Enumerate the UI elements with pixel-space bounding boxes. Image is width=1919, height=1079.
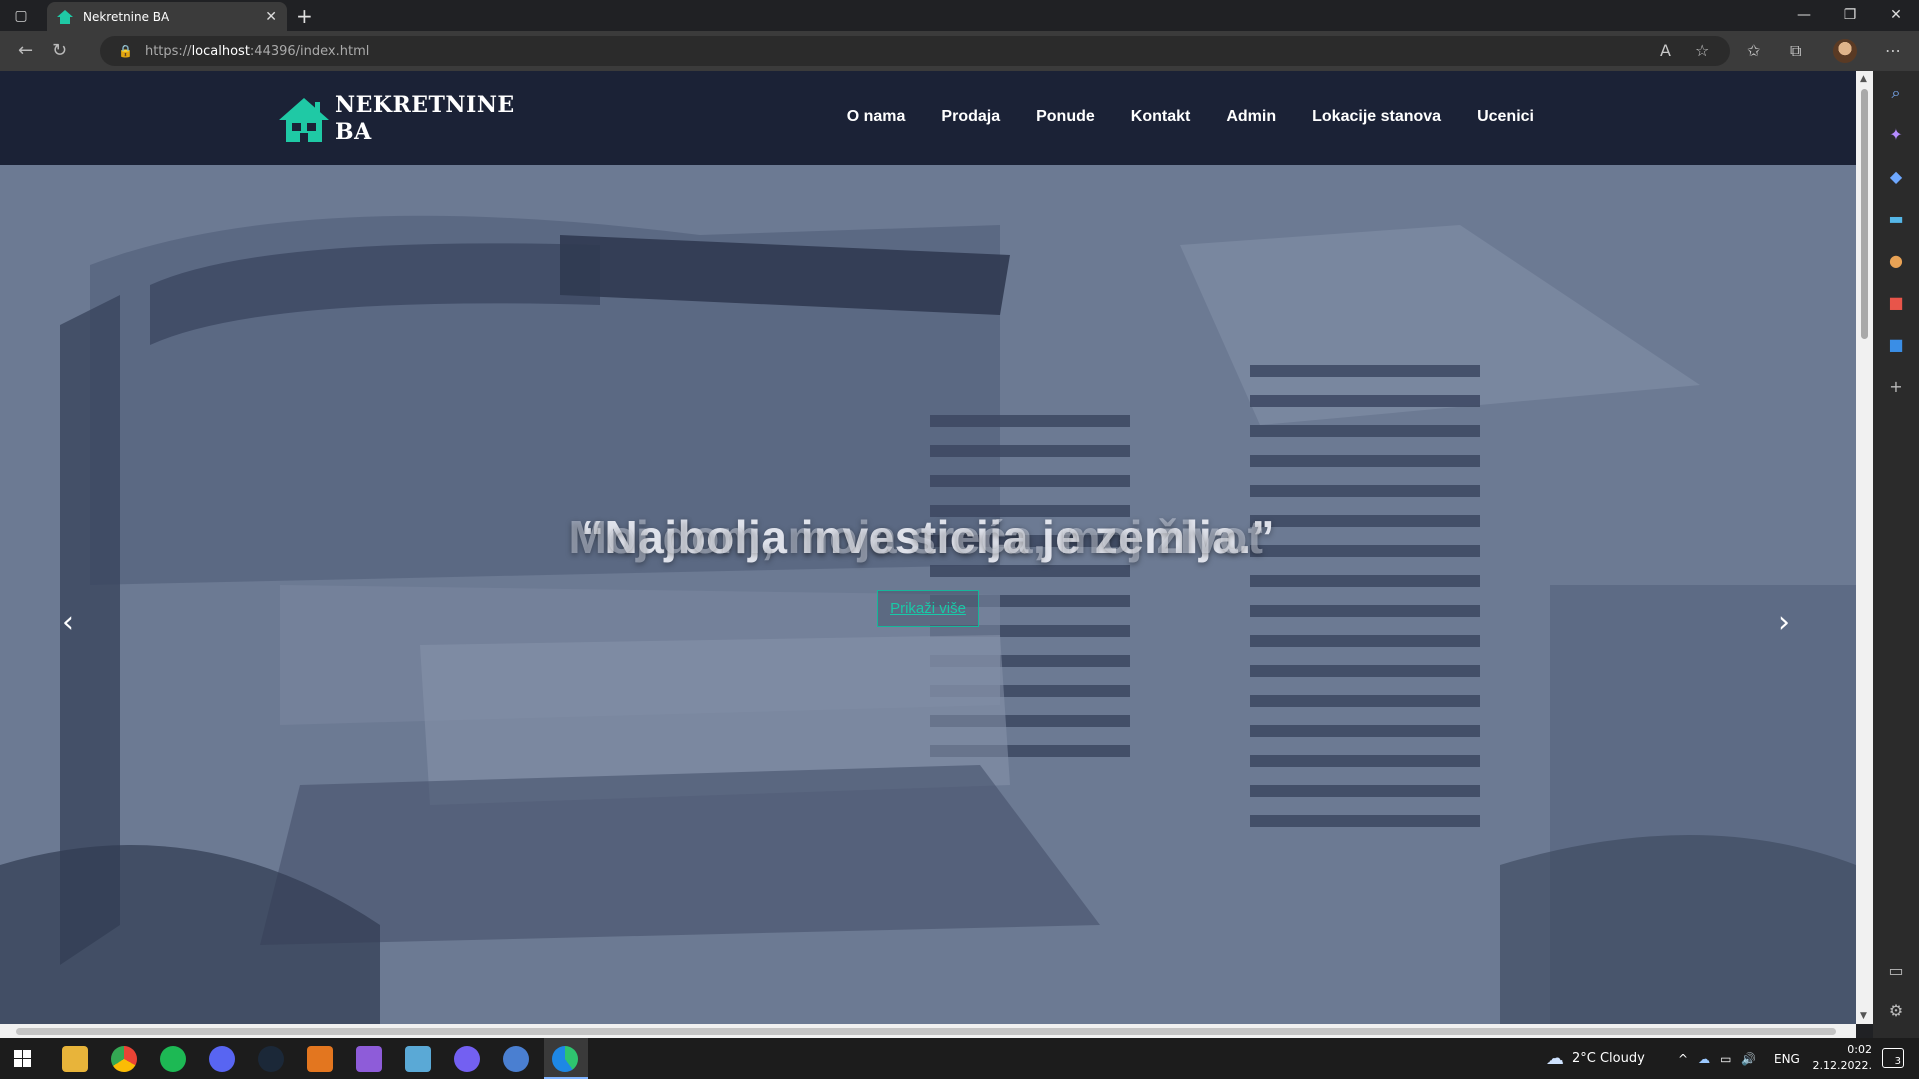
house-icon <box>57 9 73 24</box>
hero-caption: Moj dom, moja sreća, moj život “Najbolja… <box>0 510 1856 627</box>
windows-start-icon[interactable] <box>14 1050 31 1067</box>
browser-tabbar: ▢ Nekretnine BA ✕ + — ❐ ✕ <box>0 0 1919 31</box>
steam-icon[interactable] <box>258 1046 284 1072</box>
nav-ucenici[interactable]: Ucenici <box>1477 108 1534 126</box>
horizontal-scrollbar[interactable] <box>0 1024 1856 1038</box>
file-explorer-icon[interactable] <box>62 1046 88 1072</box>
tab-title: Nekretnine BA <box>83 9 170 24</box>
time: 0:02 <box>1847 1043 1872 1056</box>
nav-kontakt[interactable]: Kontakt <box>1131 108 1191 126</box>
brave-icon[interactable] <box>307 1046 333 1072</box>
windows-taskbar: ☁ 2°C Cloudy ^ ☁ ▭ 🔊 ENG 0:02 2.12.2022.… <box>0 1038 1919 1079</box>
site-header: NEKRETNINE BA O nama Prodaja Ponude Kont… <box>0 71 1856 165</box>
onedrive-icon[interactable]: ☁ <box>1698 1052 1710 1066</box>
window-close-icon[interactable]: ✕ <box>1873 0 1919 31</box>
main-nav: O nama Prodaja Ponude Kontakt Admin Loka… <box>847 108 1856 126</box>
tray-icons[interactable]: ^ ☁ ▭ 🔊 <box>1678 1038 1756 1079</box>
clock[interactable]: 0:02 2.12.2022. <box>1802 1042 1872 1074</box>
visual-studio-icon[interactable] <box>356 1046 382 1072</box>
nav-admin[interactable]: Admin <box>1226 108 1276 126</box>
cloud-icon: ☁ <box>1546 1048 1564 1069</box>
favorites-icon[interactable]: ✩ <box>1747 41 1760 60</box>
search-icon[interactable]: ⌕ <box>1886 83 1906 103</box>
office-icon[interactable]: ■ <box>1886 293 1906 313</box>
add-favorite-icon[interactable]: ☆ <box>1695 41 1709 60</box>
chevron-up-icon[interactable]: ^ <box>1678 1052 1688 1066</box>
notification-icon[interactable]: 3 <box>1882 1048 1904 1068</box>
close-tab-icon[interactable]: ✕ <box>265 9 277 25</box>
site-logo[interactable]: NEKRETNINE BA <box>277 92 515 146</box>
shopping-tag-icon[interactable]: ◆ <box>1886 167 1906 187</box>
settings-icon[interactable]: ⚙ <box>1886 1001 1906 1021</box>
lock-icon[interactable]: 🔒 <box>118 44 133 58</box>
viber-icon[interactable] <box>454 1046 480 1072</box>
nav-ponude[interactable]: Ponude <box>1036 108 1095 126</box>
language-indicator[interactable]: ENG <box>1774 1038 1800 1079</box>
nav-lokacije-stanova[interactable]: Lokacije stanova <box>1312 108 1441 126</box>
tab-actions-icon[interactable]: ▢ <box>10 6 32 26</box>
outlook-icon[interactable]: ■ <box>1886 335 1906 355</box>
address-input[interactable]: 🔒 https://localhost:44396/index.html <box>100 36 1730 66</box>
carousel-prev-icon[interactable]: ‹ <box>62 605 74 640</box>
vertical-scroll-thumb[interactable] <box>1861 89 1868 339</box>
new-tab-icon[interactable]: + <box>296 4 313 28</box>
read-aloud-icon[interactable]: A <box>1660 41 1671 60</box>
url-host: localhost <box>191 43 250 59</box>
nav-prodaja[interactable]: Prodaja <box>941 108 1000 126</box>
app-icon[interactable] <box>503 1046 529 1072</box>
notes-app-icon[interactable] <box>405 1046 431 1072</box>
logo-line-1: NEKRETNINE <box>335 92 515 118</box>
profile-avatar[interactable] <box>1833 39 1857 63</box>
weather-text: 2°C Cloudy <box>1572 1051 1645 1066</box>
edge-sidebar: ⌕ ✦ ◆ ▬ ● ■ ■ + ▭ ⚙ <box>1873 71 1919 1038</box>
show-more-button[interactable]: Prikaži više <box>877 590 979 627</box>
back-icon[interactable]: ← <box>18 40 33 61</box>
add-icon[interactable]: + <box>1886 377 1906 397</box>
minimize-icon[interactable]: — <box>1781 0 1827 31</box>
collections-icon[interactable]: ⧉ <box>1790 41 1801 61</box>
vertical-scrollbar[interactable]: ▲ ▼ <box>1856 71 1873 1024</box>
page-viewport: NEKRETNINE BA O nama Prodaja Ponude Kont… <box>0 71 1856 1024</box>
chrome-icon[interactable] <box>111 1046 137 1072</box>
nav-o-nama[interactable]: O nama <box>847 108 906 126</box>
games-icon[interactable]: ● <box>1886 251 1906 271</box>
house-logo-icon <box>279 98 329 142</box>
weather-widget[interactable]: ☁ 2°C Cloudy <box>1546 1038 1645 1079</box>
logo-line-2: BA <box>335 119 372 145</box>
date: 2.12.2022. <box>1812 1059 1872 1072</box>
discord-icon[interactable] <box>209 1046 235 1072</box>
url-rest: :44396/index.html <box>249 43 370 59</box>
more-options-icon[interactable]: ⋯ <box>1885 41 1901 60</box>
refresh-icon[interactable]: ↻ <box>52 40 67 61</box>
carousel-next-icon[interactable]: › <box>1778 605 1790 640</box>
horizontal-scroll-thumb[interactable] <box>16 1028 1836 1035</box>
discover-icon[interactable]: ✦ <box>1886 125 1906 145</box>
restore-icon[interactable]: ❐ <box>1827 0 1873 31</box>
hero-carousel: Moj dom, moja sreća, moj život “Najbolja… <box>0 165 1856 1024</box>
scroll-down-icon[interactable]: ▼ <box>1860 1011 1867 1021</box>
url-prefix: https:// <box>144 43 192 59</box>
hero-ghost-title: Moj dom, moja sreća, moj život <box>568 511 1264 563</box>
edge-icon[interactable] <box>552 1046 578 1072</box>
scroll-up-icon[interactable]: ▲ <box>1860 74 1867 84</box>
spotify-icon[interactable] <box>160 1046 186 1072</box>
network-icon[interactable]: ▭ <box>1720 1052 1731 1066</box>
notification-count: 3 <box>1894 1056 1901 1067</box>
volume-icon[interactable]: 🔊 <box>1741 1052 1756 1066</box>
browser-tab[interactable]: Nekretnine BA ✕ <box>47 2 287 31</box>
address-bar-row: ← ↻ 🔒 https://localhost:44396/index.html… <box>0 31 1919 71</box>
sidebar-toggle-icon[interactable]: ▭ <box>1886 961 1906 981</box>
tools-icon[interactable]: ▬ <box>1886 209 1906 229</box>
